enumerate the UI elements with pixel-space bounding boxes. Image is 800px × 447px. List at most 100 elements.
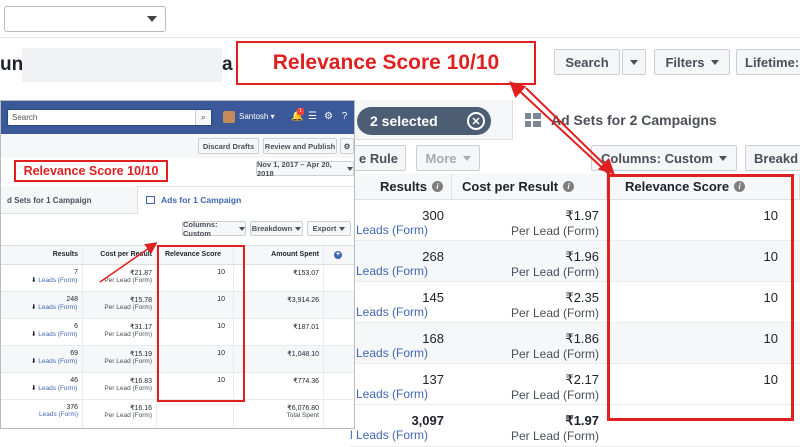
results-sublabel[interactable]: l Leads (Form) — [350, 223, 444, 237]
inset-results-sublabel-text: Leads (Form) — [38, 277, 78, 284]
inset-header-cost[interactable]: Cost per Result — [83, 246, 157, 264]
lifetime-label: Lifetime: — [745, 54, 800, 70]
inset-header-spent[interactable]: Amount Spent — [234, 246, 324, 264]
cost-sublabel: Per Lead (Form) — [510, 388, 599, 402]
total-results-value: 3,097 — [411, 413, 444, 428]
cost-value: ₹1.96 — [565, 249, 599, 264]
inset-results-sublabel[interactable]: ⬇ Leads (Form) — [1, 303, 78, 311]
inset-header-results[interactable]: Results — [1, 246, 83, 264]
inset-export-button[interactable]: Export — [307, 221, 351, 236]
search-dropdown-button[interactable] — [622, 49, 646, 75]
cell-results: 168 l Leads (Form) — [350, 323, 452, 363]
inset-user-name[interactable]: Santosh ▾ — [239, 112, 275, 121]
notification-badge: 1 — [297, 108, 304, 115]
chevron-down-icon — [630, 59, 638, 65]
inset-results-sublabel-text: Leads (Form) — [38, 304, 78, 311]
inset-results-sublabel[interactable]: ⬇ Leads (Form) — [1, 276, 78, 284]
header-cost-label: Cost per Result — [462, 179, 559, 194]
inset-cost-sublabel: Per Lead (Form) — [104, 331, 152, 338]
results-sublabel[interactable]: l Leads (Form) — [350, 264, 444, 278]
inset-cell-cost: ₹16.83 Per Lead (Form) — [83, 373, 157, 399]
results-sublabel[interactable]: l Leads (Form) — [350, 305, 444, 319]
inset-results-sublabel[interactable]: ⬇ Leads (Form) — [1, 330, 78, 338]
inset-cell-spent: ₹3,914.26 — [234, 292, 324, 318]
close-icon[interactable]: ✕ — [467, 112, 485, 130]
inset-cell-results: 6 ⬇ Leads (Form) — [1, 319, 83, 345]
columns-button[interactable]: Columns: Custom — [591, 145, 737, 171]
chevron-down-icon — [462, 155, 471, 161]
search-button[interactable]: Search — [554, 49, 620, 75]
discard-drafts-label: Discard Drafts — [202, 141, 255, 151]
ads-icon — [146, 196, 155, 204]
results-sublabel[interactable]: l Leads (Form) — [350, 387, 444, 401]
tab-adsets[interactable]: Ad Sets for 2 Campaigns — [512, 100, 800, 140]
list-icon[interactable]: ☰ — [307, 111, 318, 122]
chevron-down-icon — [710, 59, 719, 65]
cost-value: ₹2.35 — [565, 290, 599, 305]
inset-cell-results: 248 ⬇ Leads (Form) — [1, 292, 83, 318]
inset-total-cost-value: ₹16.16 — [130, 405, 152, 412]
cell-results: 145 l Leads (Form) — [350, 282, 452, 322]
inset-columns-label: Columns: Custom — [183, 219, 218, 238]
inset-tab-adsets[interactable]: d Sets for 1 Campaign — [1, 186, 133, 214]
inset-results-sublabel-text: Leads (Form) — [38, 358, 78, 365]
create-rule-button[interactable]: e Rule — [350, 145, 406, 171]
inset-results-sublabel[interactable]: ⬇ Leads (Form) — [1, 384, 78, 392]
total-results-sublabel: l Leads (Form) — [350, 428, 429, 442]
inset-breakdown-button[interactable]: Breakdown — [250, 221, 303, 236]
help-icon[interactable]: ? — [339, 111, 350, 122]
search-icon[interactable]: ⌕ — [195, 110, 211, 125]
breakdown-label: Breakd — [754, 150, 799, 166]
more-button[interactable]: More — [416, 145, 480, 171]
inset-cost-value: ₹15.78 — [130, 297, 152, 304]
cell-results: 300 l Leads (Form) — [350, 200, 452, 240]
inset-spent-value: ₹774.36 — [293, 378, 319, 385]
discard-drafts-button[interactable]: Discard Drafts — [198, 138, 259, 154]
info-icon[interactable]: i — [432, 181, 443, 192]
info-icon[interactable]: i — [563, 181, 575, 192]
cell-cost: ₹1.97 Per Lead (Form) — [452, 200, 607, 240]
inset-search-input[interactable]: Search ⌕ — [7, 109, 212, 126]
relevance-highlight-box — [607, 174, 794, 421]
cost-value: ₹2.17 — [565, 372, 599, 387]
header-results-label: Results — [380, 179, 427, 194]
add-column-icon[interactable]: + — [324, 246, 354, 264]
header-cost[interactable]: Cost per Result i — [452, 174, 607, 199]
cell-cost: ₹2.35 Per Lead (Form) — [452, 282, 607, 322]
settings-gear-icon[interactable]: ⚙ — [340, 138, 354, 154]
avatar[interactable] — [223, 111, 235, 123]
inset-results-sublabel[interactable]: ⬇ Leads (Form) — [1, 357, 78, 365]
inset-cell-cost: ₹21.87 Per Lead (Form) — [83, 265, 157, 291]
inset-tab-ads[interactable]: Ads for 1 Campaign — [137, 186, 354, 214]
date-range-label: Nov 1, 2017 – Apr 20, 2018 — [257, 159, 332, 178]
inset-user-name-label: Santosh — [239, 112, 269, 121]
cell-results: 268 l Leads (Form) — [350, 241, 452, 281]
selection-pill[interactable]: 2 selected ✕ — [357, 107, 491, 135]
lifetime-button[interactable]: Lifetime: — [736, 49, 800, 75]
gear-icon[interactable]: ⚙ — [323, 111, 334, 122]
tab-adsets-label: Ad Sets for 2 Campaigns — [551, 112, 717, 128]
inset-total-spent-value: ₹6,076.80 — [287, 405, 319, 412]
results-sublabel[interactable]: l Leads (Form) — [350, 346, 444, 360]
header-results[interactable]: Results i — [350, 174, 452, 199]
breakdown-button[interactable]: Breakd — [745, 145, 800, 171]
inset-results-sublabel-text: Leads (Form) — [38, 385, 78, 392]
review-publish-button[interactable]: Review and Publish — [263, 138, 337, 154]
account-dropdown[interactable] — [4, 6, 166, 32]
inset-cell-cost: ₹15.19 Per Lead (Form) — [83, 346, 157, 372]
inset-total-results: 376 Leads (Form) — [1, 400, 83, 428]
chevron-down-icon — [339, 226, 346, 231]
filters-button[interactable]: Filters — [654, 49, 730, 75]
search-button-label: Search — [565, 54, 609, 70]
date-range-picker[interactable]: Nov 1, 2017 – Apr 20, 2018 — [256, 159, 354, 178]
inset-relevance-callout: Relevance Score 10/10 — [14, 160, 168, 182]
chevron-down-icon — [295, 226, 302, 231]
results-value: 168 — [422, 331, 444, 346]
inset-breakdown-label: Breakdown — [251, 224, 293, 233]
inset-columns-button[interactable]: Columns: Custom — [182, 219, 246, 238]
inset-cell-cost: ₹31.17 Per Lead (Form) — [83, 319, 157, 345]
inset-tab-adsets-label: d Sets for 1 Campaign — [7, 196, 92, 205]
relevance-callout: Relevance Score 10/10 — [236, 41, 536, 85]
chevron-down-icon — [239, 226, 245, 231]
total-cost: ₹1.97 Per Lead (Form) — [452, 405, 607, 446]
